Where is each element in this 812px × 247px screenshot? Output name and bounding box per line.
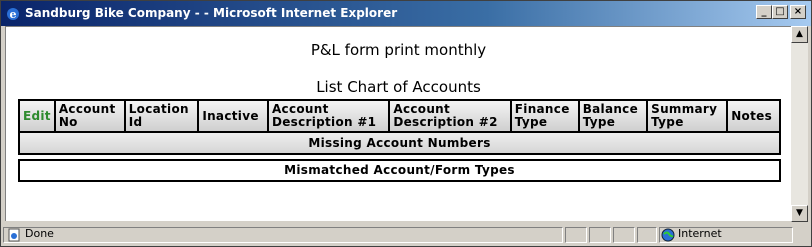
- status-panel: [565, 227, 587, 243]
- header-line: Account: [271, 102, 329, 116]
- edit-link[interactable]: Edit: [23, 109, 51, 123]
- header-line: Type: [651, 115, 684, 129]
- minimize-button[interactable]: _: [756, 5, 772, 19]
- svg-text:e: e: [10, 8, 17, 21]
- ie-icon: e: [7, 8, 19, 21]
- table-row: Missing Account Numbers: [18, 131, 781, 155]
- location-id-header: Location Id: [123, 99, 200, 133]
- page-content: P&L form print monthly List Chart of Acc…: [5, 26, 791, 221]
- status-panel: [3, 227, 563, 243]
- status-bar: Done Internet: [3, 225, 809, 245]
- header-line: Inactive: [202, 108, 259, 123]
- header-line: Notes: [731, 108, 773, 123]
- mismatched-types-box: Mismatched Account/Form Types: [18, 159, 781, 182]
- header-line: Description #2: [393, 115, 498, 129]
- scroll-down-icon[interactable]: ▼: [791, 205, 808, 222]
- status-panel: [613, 227, 635, 243]
- header-line: Finance: [514, 102, 570, 116]
- scroll-up-icon[interactable]: ▲: [791, 26, 808, 43]
- status-text: Done: [25, 227, 54, 240]
- header-line: No: [58, 115, 78, 129]
- table-header-row: Edit Account No Location Id Inactive Acc…: [18, 99, 781, 133]
- header-line: Balance: [582, 102, 639, 116]
- inactive-header: Inactive: [197, 99, 269, 133]
- header-line: Type: [582, 115, 616, 129]
- account-no-header: Account No: [53, 99, 126, 133]
- header-line: Type: [514, 115, 548, 129]
- account-description-2-header: Account Description #2: [388, 99, 512, 133]
- globe-icon: [661, 228, 675, 242]
- missing-account-numbers-row: Missing Account Numbers: [18, 131, 781, 155]
- status-panel: [637, 227, 657, 243]
- accounts-table: Edit Account No Location Id Inactive Acc…: [18, 99, 781, 155]
- browser-window: e Sandburg Bike Company - - Microsoft In…: [0, 0, 812, 247]
- status-panel: [589, 227, 611, 243]
- header-line: Location: [128, 102, 189, 116]
- header-line: Summary: [651, 102, 718, 116]
- summary-type-header: Summary Type: [646, 99, 729, 133]
- account-description-1-header: Account Description #1: [266, 99, 391, 133]
- header-line: Account: [393, 102, 451, 116]
- page-icon: [8, 228, 20, 242]
- page-title: P&L form print monthly: [310, 41, 487, 59]
- finance-type-header: Finance Type: [509, 99, 580, 133]
- notes-header: Notes: [726, 99, 781, 133]
- zone-text: Internet: [678, 227, 722, 240]
- window-title: Sandburg Bike Company - - Microsoft Inte…: [25, 6, 398, 20]
- header-line: Id: [128, 115, 143, 129]
- header-line: Account: [58, 102, 116, 116]
- title-bar[interactable]: e Sandburg Bike Company - - Microsoft In…: [1, 1, 811, 26]
- header-line: Description #1: [271, 115, 377, 129]
- balance-type-header: Balance Type: [577, 99, 649, 133]
- vertical-scrollbar[interactable]: ▲ ▼: [791, 26, 808, 222]
- section-title: List Chart of Accounts: [316, 78, 481, 96]
- edit-column-header[interactable]: Edit: [18, 99, 56, 133]
- close-button[interactable]: ×: [790, 5, 806, 19]
- maximize-button[interactable]: □: [772, 5, 788, 19]
